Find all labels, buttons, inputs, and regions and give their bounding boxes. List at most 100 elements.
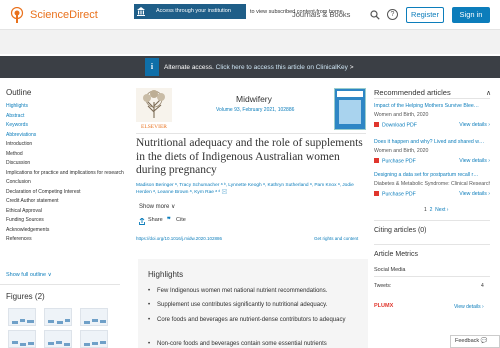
divider (374, 98, 490, 99)
thumbnail-bar (92, 342, 98, 345)
thumbnail-bar (20, 343, 26, 346)
bullet: • (148, 341, 151, 347)
top-header: ScienceDirect Journals & Books ? Registe… (0, 0, 500, 30)
search-icon[interactable] (370, 10, 380, 20)
figure-thumbnail[interactable] (8, 330, 36, 348)
outline-item-method[interactable]: Method (6, 150, 124, 160)
recommended-article-title[interactable]: Designing a data set for postpartum reca… (374, 172, 490, 178)
tweets-label: Tweets: (374, 283, 392, 289)
figure-thumbnail[interactable] (80, 308, 108, 326)
recommended-article-title[interactable]: Does it happen and why? Lived and shared… (374, 139, 490, 145)
article-metrics-heading: Article Metrics (374, 251, 418, 258)
highlights-heading: Highlights (148, 270, 184, 279)
doi-link[interactable]: https://doi.org/10.1016/j.midw.2020.1028… (136, 236, 222, 241)
outline-item-ethical-approval[interactable]: Ethical Approval (6, 207, 124, 217)
pagination: 1 2 Next › (424, 207, 448, 213)
thumbnail-bar (20, 319, 25, 322)
outline-item-competing-interest[interactable]: Declaration of Competing Interest (6, 188, 124, 198)
author-list[interactable]: Madison Beringer ᵃ, Tracy Schumacher ᵃ ᵇ… (136, 182, 368, 196)
article-title: Nutritional adequacy and the role of sup… (136, 137, 363, 176)
recommended-articles-heading: Recommended articles (374, 88, 451, 97)
outline-item-acknowledgements[interactable]: Acknowledgements (6, 226, 124, 236)
journal-volume[interactable]: Volume 93, February 2021, 102886 (216, 107, 294, 113)
info-icon: i (145, 58, 159, 76)
access-bar-text: to view subscribed content from home (250, 9, 343, 15)
help-icon[interactable]: ? (387, 9, 398, 20)
chevron-up-icon[interactable]: ∧ (486, 89, 491, 97)
cover-masthead (337, 91, 363, 97)
outline-item-implications[interactable]: Implications for practice and implicatio… (6, 169, 124, 179)
figure-thumbnail[interactable] (80, 330, 108, 348)
recommended-article-title[interactable]: Impact of the Helping Mothers Survive Bl… (374, 103, 490, 109)
thumbnail-bar (28, 342, 34, 345)
figure-thumbnail[interactable] (8, 308, 36, 326)
thumbnail-bar (12, 341, 18, 344)
share-button[interactable]: Share (148, 217, 163, 223)
institution-icon (137, 7, 145, 16)
outline-item-keywords[interactable]: Keywords (6, 121, 124, 131)
divider (136, 133, 366, 134)
download-pdf-link[interactable]: Download PDF (374, 122, 417, 129)
thumbnail-bar (48, 320, 54, 323)
bullet: • (148, 302, 151, 308)
recommended-article-source: Women and Birth, 2020 (374, 112, 429, 118)
outline-item-references[interactable]: References (6, 235, 124, 245)
thumbnail-bar (100, 341, 106, 344)
figure-thumbnail[interactable] (44, 330, 72, 348)
outline-list: Highlights Abstract Keywords Abbreviatio… (6, 102, 124, 245)
divider (0, 284, 120, 285)
share-icon[interactable] (139, 218, 145, 225)
journal-name[interactable]: Midwifery (236, 94, 272, 104)
thumbnail-bar (84, 321, 90, 324)
site-logo-text[interactable]: ScienceDirect (30, 9, 98, 21)
metrics-view-details-link[interactable]: View details › (454, 304, 484, 310)
view-details-link[interactable]: View details › (459, 191, 490, 197)
tweets-count: 4 (481, 283, 484, 289)
purchase-pdf-link[interactable]: Purchase PDF (374, 158, 416, 165)
show-full-outline-link[interactable]: Show full outline ∨ (6, 272, 52, 278)
thumbnail-bar (12, 321, 18, 324)
elsevier-logo[interactable]: ELSEVIER (136, 88, 172, 130)
outline-item-credit-author[interactable]: Credit Author statement (6, 197, 124, 207)
outline-item-discussion[interactable]: Discussion (6, 159, 124, 169)
view-details-link[interactable]: View details › (459, 158, 490, 164)
feedback-button[interactable]: Feedback 💬 (450, 335, 500, 348)
next-page-button[interactable]: Next › (435, 207, 448, 213)
quote-icon[interactable]: ❞ (167, 216, 171, 224)
elsevier-tree-logo-icon[interactable] (10, 7, 24, 23)
figure-thumbnail[interactable] (44, 308, 72, 326)
clinicalkey-link[interactable]: Click here to access this article on Cli… (216, 64, 348, 71)
show-more-button[interactable]: Show more ∨ (139, 203, 175, 210)
outline-item-highlights[interactable]: Highlights (6, 102, 124, 112)
access-institution-button[interactable]: Access through your institution (134, 4, 246, 19)
divider (374, 276, 490, 277)
chevron-right-icon: > (347, 64, 354, 71)
purchase-pdf-link[interactable]: Purchase PDF (374, 191, 416, 198)
highlight-text: Non-core foods and beverages contain som… (157, 341, 327, 347)
plumx-logo[interactable]: PLUMX (374, 303, 393, 309)
outline-item-conclusion[interactable]: Conclusion (6, 178, 124, 188)
recommended-article: Impact of the Helping Mothers Survive Bl… (374, 103, 490, 130)
recommended-article-source: Women and Birth, 2020 (374, 148, 429, 154)
cover-photo (339, 100, 361, 124)
page-1-button[interactable]: 1 (424, 207, 427, 213)
recommended-article: Does it happen and why? Lived and shared… (374, 139, 490, 166)
thumbnail-bar (65, 319, 70, 322)
elsevier-wordmark: ELSEVIER (141, 124, 167, 130)
outline-item-introduction[interactable]: Introduction (6, 140, 124, 150)
sign-in-button[interactable]: Sign in (452, 7, 490, 23)
view-details-link[interactable]: View details › (459, 122, 490, 128)
cite-button[interactable]: Cite (176, 217, 186, 223)
citing-articles-heading[interactable]: Citing articles (0) (374, 227, 427, 234)
bullet: • (148, 288, 151, 294)
register-button[interactable]: Register (406, 7, 444, 23)
thumbnail-bar (56, 341, 62, 344)
page-2-button[interactable]: 2 (430, 207, 433, 213)
outline-item-funding[interactable]: Funding Sources (6, 216, 124, 226)
figures-heading: Figures (2) (6, 292, 45, 301)
thumbnail-bar (92, 319, 98, 322)
bullet: • (148, 317, 151, 323)
outline-item-abstract[interactable]: Abstract (6, 112, 124, 122)
rights-link[interactable]: Get rights and content (314, 236, 358, 241)
outline-item-abbreviations[interactable]: Abbreviations (6, 131, 124, 141)
